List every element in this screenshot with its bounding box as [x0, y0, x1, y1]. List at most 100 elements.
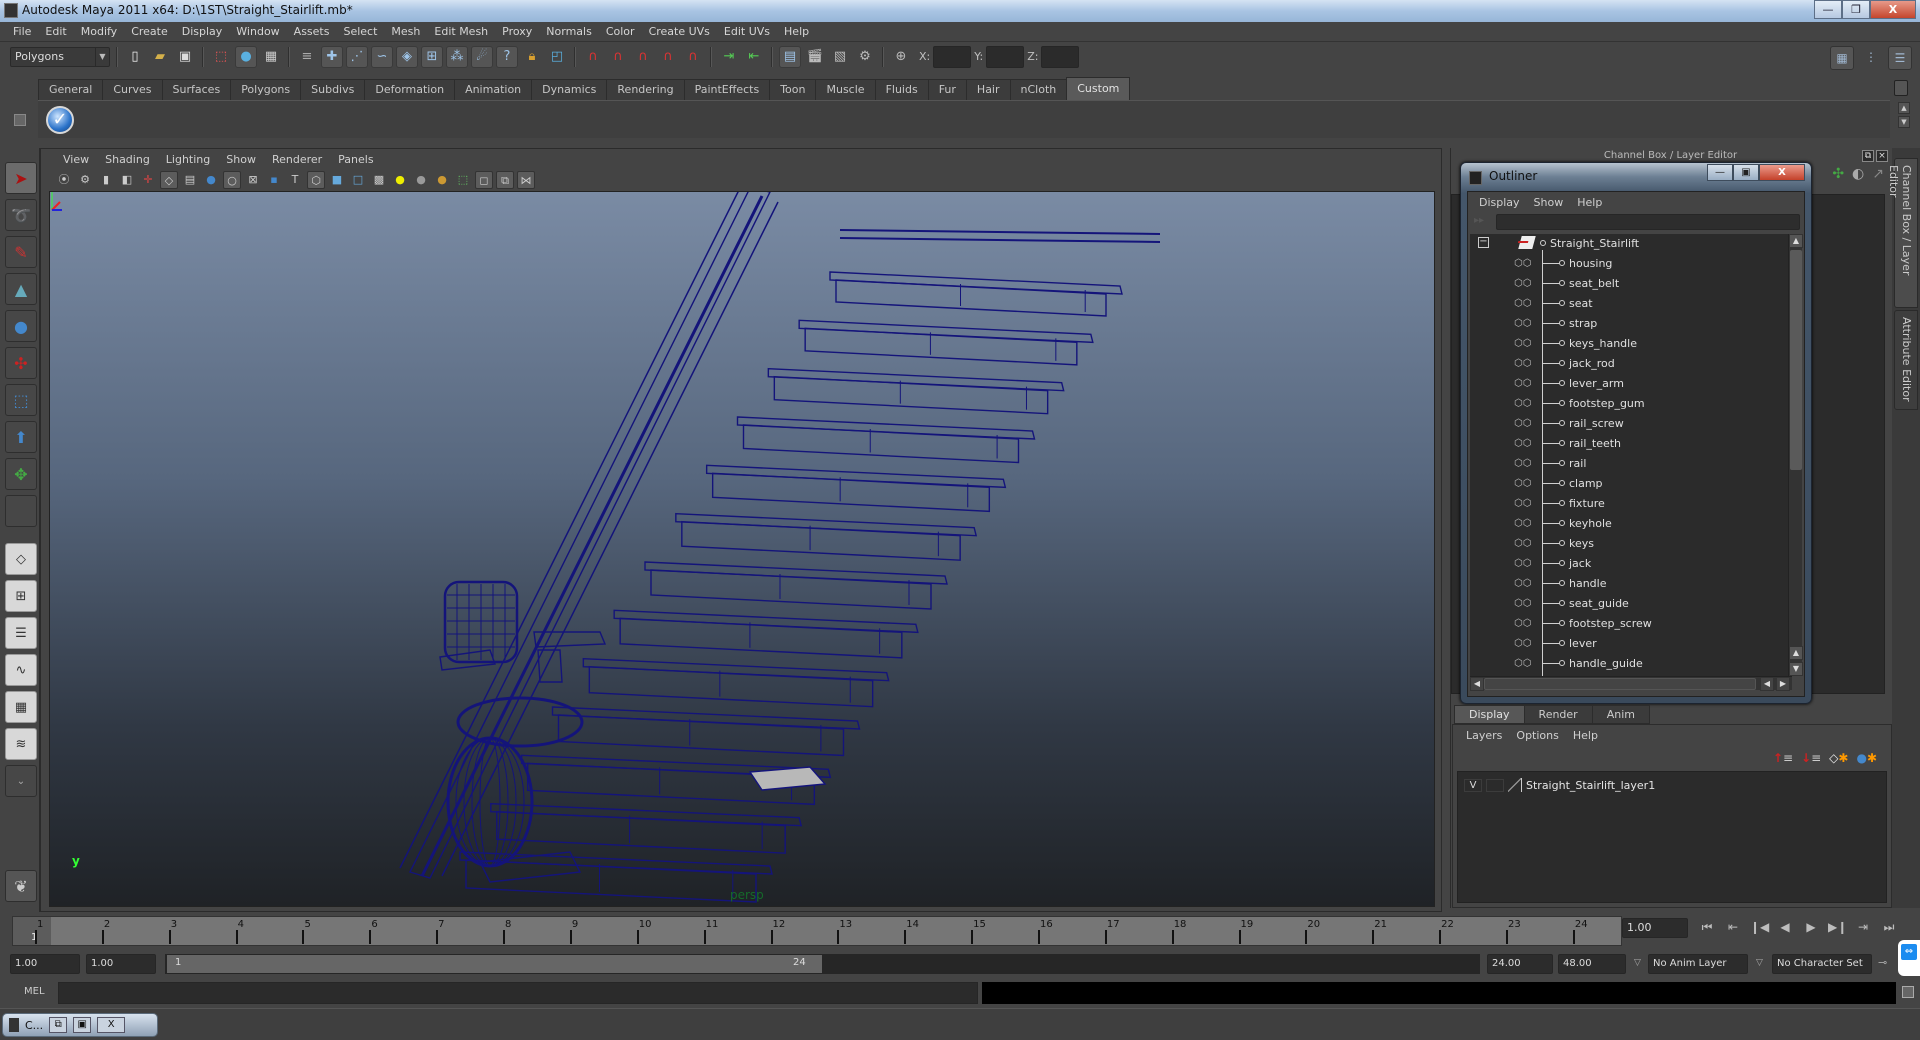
snap-curve-icon[interactable]: ⋰	[346, 45, 368, 68]
outliner-item[interactable]: ⬡⬡ rail_teeth	[1470, 434, 1792, 454]
outliner-close-button[interactable]: X	[1759, 164, 1805, 181]
paint-select-tool-icon[interactable]: ✎	[5, 236, 37, 268]
shelf-tab-dynamics[interactable]: Dynamics	[531, 79, 608, 100]
select-hierarchy-icon[interactable]: ⬚	[210, 46, 232, 68]
outliner-item[interactable]: ⬡⬡ lever	[1470, 634, 1792, 654]
gate-mask-icon[interactable]: ○	[223, 171, 241, 189]
arrow-icon[interactable]: ↗	[1872, 166, 1884, 182]
layer-menu-help[interactable]: Help	[1566, 729, 1605, 742]
outliner-item[interactable]: ⬡⬡ keyhole	[1470, 514, 1792, 534]
scroll-right-icon[interactable]: ▶	[1776, 677, 1790, 691]
panel-menu-lighting[interactable]: Lighting	[158, 153, 218, 166]
character-set-field[interactable]: No Character Set	[1772, 954, 1872, 974]
layer-row[interactable]: V Straight_Stairlift_layer1	[1464, 778, 1655, 792]
snap-point-icon[interactable]: ∽	[371, 45, 393, 68]
create-empty-layer-icon[interactable]: ◇✱	[1829, 751, 1848, 765]
shelf-scroll-down-icon[interactable]: ▼	[1898, 116, 1910, 128]
scroll-thumb[interactable]	[1790, 250, 1802, 470]
xray-icon[interactable]: ◻	[475, 171, 493, 189]
last-used-tool-icon[interactable]	[5, 495, 37, 527]
outliner-horizontal-scrollbar[interactable]: ◀ ◀ ▶	[1470, 676, 1792, 691]
snap-grid-icon[interactable]: ✚	[321, 45, 343, 68]
range-handle[interactable]: 1 24	[167, 955, 822, 973]
animation-end-field[interactable]: 48.00	[1558, 954, 1626, 974]
lock-icon[interactable]: 🔒︎	[521, 46, 543, 68]
perspective-viewport[interactable]: y persp	[49, 191, 1435, 907]
command-input[interactable]	[58, 982, 978, 1004]
outliner-item[interactable]: ⬡⬡ keys_handle	[1470, 334, 1792, 354]
scale-tool-icon[interactable]: ✣	[5, 347, 37, 379]
shelf-tab-fluids[interactable]: Fluids	[874, 79, 929, 100]
maximize-icon[interactable]: ▣	[73, 1017, 92, 1033]
filter-icon[interactable]: ≡	[296, 46, 318, 68]
shadows-icon[interactable]: ●	[412, 171, 430, 189]
shelf-tab-hair[interactable]: Hair	[965, 79, 1011, 100]
layer-menu-options[interactable]: Options	[1509, 729, 1565, 742]
manipulator-axes-icon[interactable]: ✣	[1832, 166, 1844, 182]
input-output-icon[interactable]: ◰	[546, 46, 568, 68]
shelf-tab-polygons[interactable]: Polygons	[230, 79, 302, 100]
shelf-tab-muscle[interactable]: Muscle	[815, 79, 876, 100]
panel-menu-show[interactable]: Show	[218, 153, 264, 166]
shelf-tab-custom[interactable]: Custom	[1066, 77, 1131, 100]
step-back-key-icon[interactable]: ❙◀	[1750, 918, 1769, 936]
half-circle-icon[interactable]: ◐	[1852, 166, 1864, 182]
outliner-item[interactable]: ⬡⬡ fixture	[1470, 494, 1792, 514]
universal-manipulator-icon[interactable]: ⬚	[5, 384, 37, 416]
textured-icon[interactable]: ▩	[370, 171, 388, 189]
scroll-left-icon[interactable]: ◀	[1760, 677, 1774, 691]
field-chart-icon[interactable]: ⊠	[244, 171, 262, 189]
menu-edit-mesh[interactable]: Edit Mesh	[427, 25, 495, 38]
absolute-transform-icon[interactable]: ⊕	[890, 46, 912, 68]
filter-icon[interactable]: ▸▸	[1474, 215, 1488, 229]
outliner-item[interactable]: ⬡⬡ footstep_gum	[1470, 394, 1792, 414]
scroll-up-icon[interactable]: ▲	[1789, 646, 1803, 660]
minimize-button[interactable]: —	[1814, 0, 1842, 19]
outliner-menu-show[interactable]: Show	[1527, 196, 1571, 209]
playback-end-field[interactable]: 24.00	[1487, 954, 1553, 974]
menu-file[interactable]: File	[6, 25, 38, 38]
xray-joints-icon[interactable]: ⧉	[496, 171, 514, 189]
menu-window[interactable]: Window	[229, 25, 286, 38]
camera-attributes-icon[interactable]: ⚙	[76, 171, 94, 189]
nparticles-icon[interactable]: ☄	[471, 45, 493, 68]
shelf-tab-rendering[interactable]: Rendering	[606, 79, 685, 100]
command-language-label[interactable]: MEL	[24, 986, 45, 997]
maya-logo-icon[interactable]: ❦	[5, 870, 37, 902]
play-backwards-icon[interactable]: ◀	[1776, 918, 1794, 936]
range-slider-bar[interactable]: 1 24	[165, 954, 1480, 974]
current-frame-field[interactable]: 1.00	[1622, 918, 1688, 938]
resolution-gate-icon[interactable]: ●	[202, 171, 220, 189]
outliner-item[interactable]: ⬡⬡ seat	[1470, 294, 1792, 314]
scroll-down-icon[interactable]: ▼	[1789, 662, 1803, 676]
outliner-item[interactable]: ⬡⬡ strap	[1470, 314, 1792, 334]
magnet-alt-icon[interactable]: ∩	[657, 46, 679, 68]
particles-icon[interactable]: ⁂	[446, 45, 468, 68]
outliner-item[interactable]: ⬡⬡ seat_belt	[1470, 274, 1792, 294]
persp-trax-layout-icon[interactable]: ≋	[5, 728, 37, 760]
menu-display[interactable]: Display	[175, 25, 230, 38]
more-layouts-icon[interactable]: ⌄	[5, 765, 37, 797]
shelf-tab-subdivs[interactable]: Subdivs	[300, 79, 366, 100]
animation-start-field[interactable]: 1.00	[10, 954, 80, 974]
anim-layer-field[interactable]: No Anim Layer	[1648, 954, 1748, 974]
menu-create[interactable]: Create	[124, 25, 175, 38]
show-manipulator-icon[interactable]: ✥	[5, 458, 37, 490]
step-forward-frame-icon[interactable]: ⇥	[1854, 918, 1872, 936]
menu-proxy[interactable]: Proxy	[495, 25, 539, 38]
go-to-end-icon[interactable]: ⏭	[1880, 918, 1898, 936]
safe-action-icon[interactable]: ▪	[265, 171, 283, 189]
step-back-frame-icon[interactable]: ⇤	[1724, 918, 1742, 936]
checkmark-shelf-button[interactable]: ✓	[46, 106, 74, 134]
time-slider-track[interactable]: 1 12345678910111213141516171819202122232…	[12, 916, 1622, 946]
script-editor-icon[interactable]	[1902, 986, 1914, 998]
create-layer-from-selected-icon[interactable]: ●✱	[1856, 751, 1877, 765]
render-settings-icon[interactable]: ⚙	[854, 46, 876, 68]
shelf-tab-general[interactable]: General	[38, 79, 104, 100]
film-gate-icon[interactable]: ▤	[181, 171, 199, 189]
select-camera-icon[interactable]: ⦿	[55, 171, 73, 189]
scroll-left-icon[interactable]: ◀	[1470, 677, 1484, 691]
magnet-live-icon[interactable]: ∩	[682, 46, 704, 68]
tool-settings-toggle-icon[interactable]: ⋮	[1859, 46, 1883, 70]
outliner-item[interactable]: ⬡⬡ clamp	[1470, 474, 1792, 494]
